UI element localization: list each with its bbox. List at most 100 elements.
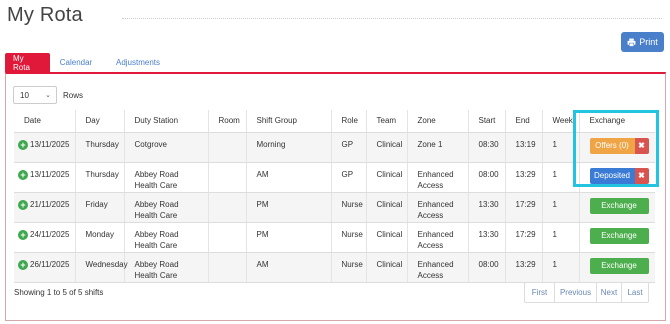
table-row: +21/11/2025 Friday Abbey Road Health Car… (14, 192, 655, 223)
shift-group-cell: AM (246, 252, 332, 283)
start-cell: 13:30 (468, 222, 506, 253)
page-title: My Rota (7, 4, 83, 26)
end-cell: 13:29 (505, 252, 543, 283)
rows-label: Rows (63, 90, 84, 100)
day-cell: Monday (75, 222, 125, 253)
date-cell: +13/11/2025 (14, 132, 76, 163)
duty-station-cell: Abbey Road Health Care (124, 162, 209, 193)
date-cell: +26/11/2025 (14, 252, 76, 283)
zone-cell: Enhanced Access (407, 252, 469, 283)
team-cell: Clinical (366, 192, 408, 223)
column-header-zone[interactable]: Zone (407, 110, 469, 133)
column-header-exchange[interactable]: Exchange (579, 110, 655, 133)
expand-row-icon[interactable]: + (18, 169, 28, 180)
exchange-button[interactable]: Exchange (589, 197, 649, 214)
room-cell (208, 162, 247, 193)
date-cell: +24/11/2025 (14, 222, 76, 253)
column-header-week[interactable]: Week (542, 110, 580, 133)
expand-row-icon[interactable]: + (18, 259, 28, 270)
day-cell: Thursday (75, 132, 125, 163)
table-row: +24/11/2025 Monday Abbey Road Health Car… (14, 222, 655, 253)
column-header-start[interactable]: Start (468, 110, 506, 133)
duty-station-cell: Abbey Road Health Care (124, 222, 209, 253)
deposited-button[interactable]: Deposited (589, 167, 635, 184)
column-header-room[interactable]: Room (208, 110, 247, 133)
print-label: Print (639, 37, 658, 47)
rows-per-page-value: 10 (20, 90, 29, 100)
team-cell: Clinical (366, 222, 408, 253)
expand-row-icon[interactable]: + (18, 229, 28, 240)
role-cell: GP (331, 162, 367, 193)
tab-calendar[interactable]: Calendar (50, 53, 102, 72)
start-cell: 13:30 (468, 192, 506, 223)
date-cell: +21/11/2025 (14, 192, 76, 223)
end-cell: 13:19 (505, 132, 543, 163)
day-cell: Wednesday (75, 252, 128, 283)
end-cell: 17:29 (505, 192, 543, 223)
expand-row-icon[interactable]: + (18, 199, 28, 210)
end-cell: 13:29 (505, 162, 543, 193)
week-cell: 1 (542, 192, 580, 223)
exchange-button[interactable]: Exchange (589, 227, 649, 244)
role-cell: Nurse (331, 192, 367, 223)
date-value: 13/11/2025 (30, 139, 70, 149)
column-header-end[interactable]: End (505, 110, 543, 133)
week-cell: 1 (542, 162, 580, 193)
duty-station-cell: Cotgrove (124, 132, 209, 163)
role-cell: Nurse (331, 222, 367, 253)
room-cell (208, 192, 247, 223)
room-cell (208, 132, 247, 163)
pagination-first[interactable]: First (525, 283, 555, 302)
pagination-previous[interactable]: Previous (555, 283, 597, 302)
expand-row-icon[interactable]: + (18, 139, 28, 150)
cancel-offer-icon[interactable]: ✖ (634, 137, 649, 154)
team-cell: Clinical (366, 132, 408, 163)
exchange-cell: Exchange (579, 252, 655, 283)
duty-station-cell: Abbey Road Health Care (124, 252, 209, 283)
column-header-date[interactable]: Date (14, 110, 76, 133)
zone-cell: Zone 1 (407, 132, 469, 163)
shift-group-cell: Morning (246, 132, 332, 163)
pagination-next[interactable]: Next (597, 283, 622, 302)
date-value: 24/11/2025 (30, 229, 70, 239)
offers-button-group: Offers (0) ✖ (589, 137, 652, 154)
shift-group-cell: AM (246, 162, 332, 193)
date-cell: +13/11/2025 (14, 162, 76, 193)
end-cell: 17:29 (505, 222, 543, 253)
duty-station-cell: Abbey Road Health Care (124, 192, 209, 223)
table-header-row: Date Day Duty Station Room Shift Group R… (14, 110, 655, 133)
week-cell: 1 (542, 132, 580, 163)
print-button[interactable]: Print (621, 32, 664, 52)
zone-cell: Enhanced Access (407, 162, 469, 193)
week-cell: 1 (542, 222, 580, 253)
column-header-duty-station[interactable]: Duty Station (124, 110, 209, 133)
column-header-team[interactable]: Team (366, 110, 408, 133)
shift-group-cell: PM (246, 222, 332, 253)
zone-cell: Enhanced Access (407, 222, 469, 253)
table-row: +13/11/2025 Thursday Cotgrove Morning GP… (14, 132, 655, 163)
title-divider (122, 18, 662, 19)
exchange-button[interactable]: Exchange (589, 257, 649, 274)
rows-per-page-control: 10 ⌄ Rows (13, 86, 83, 104)
column-header-day[interactable]: Day (75, 110, 125, 133)
exchange-cell: Offers (0) ✖ (579, 132, 655, 163)
team-cell: Clinical (366, 162, 408, 193)
day-cell: Friday (75, 192, 125, 223)
pagination-last[interactable]: Last (622, 283, 648, 302)
tab-my-rota[interactable]: My Rota (5, 53, 50, 72)
exchange-cell: Exchange (579, 192, 655, 223)
table-info-text: Showing 1 to 5 of 5 shifts (14, 288, 104, 297)
rota-table: Date Day Duty Station Room Shift Group R… (14, 110, 655, 283)
column-header-role[interactable]: Role (331, 110, 367, 133)
day-cell: Thursday (75, 162, 125, 193)
offers-button[interactable]: Offers (0) (589, 137, 635, 154)
column-header-shift-group[interactable]: Shift Group (246, 110, 332, 133)
start-cell: 08:30 (468, 132, 506, 163)
tab-adjustments[interactable]: Adjustments (102, 53, 174, 72)
start-cell: 08:00 (468, 252, 506, 283)
rows-per-page-select[interactable]: 10 ⌄ (13, 86, 57, 104)
cancel-deposit-icon[interactable]: ✖ (634, 167, 649, 184)
start-cell: 08:00 (468, 162, 506, 193)
exchange-cell: Deposited ✖ (579, 162, 655, 193)
team-cell: Clinical (366, 252, 408, 283)
